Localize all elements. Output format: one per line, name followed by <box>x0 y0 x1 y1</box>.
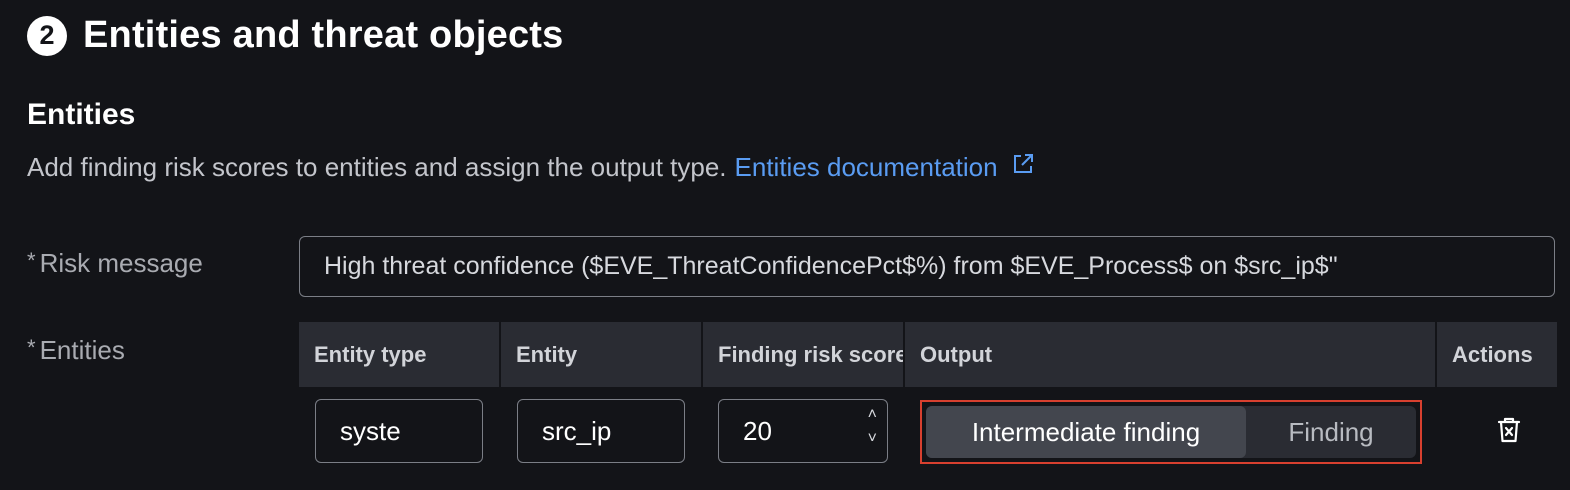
output-segmented-control[interactable]: Intermediate finding Finding <box>926 406 1416 458</box>
chevron-up-icon[interactable]: ˄ <box>868 406 877 424</box>
column-header-actions: Actions <box>1437 322 1557 387</box>
external-link-icon <box>1011 152 1035 176</box>
section-description: Add finding risk scores to entities and … <box>27 152 1035 183</box>
required-mark: * <box>27 248 36 273</box>
doc-link-label[interactable]: Entities documentation <box>735 152 998 182</box>
entity-input[interactable]: src_ip <box>517 399 685 463</box>
entity-type-select[interactable]: syste <box>315 399 483 463</box>
table-header-row: Entity type Entity Finding risk score Ou… <box>299 322 1557 387</box>
risk-score-stepper[interactable]: 20 ˄ ˅ <box>718 399 888 463</box>
risk-message-label: * Risk message <box>27 248 203 279</box>
column-header-finding-risk-score: Finding risk score <box>703 322 903 387</box>
column-header-entity-type: Entity type <box>299 322 499 387</box>
entities-documentation-link[interactable]: Entities documentation <box>735 152 1035 183</box>
column-header-entity: Entity <box>501 322 701 387</box>
page: 2 Entities and threat objects Entities A… <box>0 0 1570 490</box>
entity-type-value[interactable]: syste <box>340 416 401 447</box>
output-option-intermediate-finding[interactable]: Intermediate finding <box>926 406 1246 458</box>
risk-message-value[interactable]: High threat confidence ($EVE_ThreatConfi… <box>324 252 1338 281</box>
step-number-badge: 2 <box>27 15 67 56</box>
stepper-controls[interactable]: ˄ ˅ <box>868 406 877 448</box>
entities-table: Entity type Entity Finding risk score Ou… <box>299 322 1557 387</box>
risk-score-value[interactable]: 20 <box>743 416 772 447</box>
risk-message-input[interactable]: High threat confidence ($EVE_ThreatConfi… <box>299 236 1555 297</box>
delete-row-button[interactable] <box>1494 417 1524 447</box>
entities-label-text: Entities <box>39 335 125 365</box>
entity-value[interactable]: src_ip <box>542 416 611 447</box>
section-description-text: Add finding risk scores to entities and … <box>27 152 727 182</box>
chevron-down-icon[interactable]: ˅ <box>868 430 877 448</box>
output-toggle-highlight: Intermediate finding Finding <box>920 400 1422 464</box>
trash-icon[interactable] <box>1496 416 1522 449</box>
section-title: Entities <box>27 98 136 131</box>
step-title: Entities and threat objects <box>83 14 564 56</box>
risk-message-label-text: Risk message <box>39 248 203 278</box>
entities-label: * Entities <box>27 335 125 366</box>
column-header-output: Output <box>905 322 1435 387</box>
output-option-finding[interactable]: Finding <box>1246 406 1416 458</box>
required-mark: * <box>27 335 36 360</box>
step-heading: 2 Entities and threat objects <box>27 14 564 57</box>
